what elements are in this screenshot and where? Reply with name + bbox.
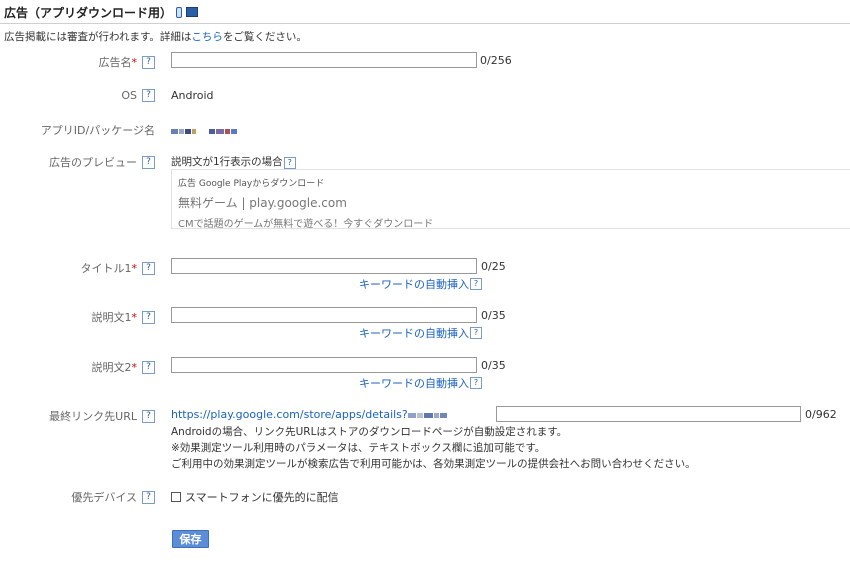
- label-device: 優先デバイス ?: [71, 489, 155, 505]
- smartphone-icon: [176, 6, 183, 18]
- title1-counter: 0/25: [481, 260, 506, 273]
- row-title1: タイトル1* ? 0/25 キーワードの自動挿入?: [0, 258, 850, 292]
- label-title1: タイトル1* ?: [81, 260, 155, 276]
- preview-line-2: 無料ゲーム | play.google.com: [178, 196, 347, 210]
- preview-line-3: CMで話題のゲームが無料で遊べる！今すぐダウンロード: [178, 219, 434, 230]
- label-ad-name: 広告名* ?: [99, 54, 155, 70]
- preview-caption: 説明文が1行表示の場合?: [171, 154, 296, 169]
- review-notice: 広告掲載には審査が行われます。詳細はこちらをご覧ください。: [4, 31, 307, 43]
- section-header: 広告（アプリダウンロード用）: [4, 4, 199, 20]
- help-icon[interactable]: ?: [470, 278, 482, 290]
- final-url-input[interactable]: [496, 406, 801, 422]
- app-id-redacted: [171, 124, 238, 137]
- label-preview: 広告のプレビュー ?: [49, 154, 155, 170]
- label-desc1: 説明文1* ?: [92, 309, 155, 325]
- final-url-notes: Androidの場合、リンク先URLはストアのダウンロードページが自動設定されま…: [171, 426, 696, 470]
- help-icon[interactable]: ?: [142, 360, 155, 374]
- final-url-prefix: https://play.google.com/store/apps/detai…: [171, 408, 448, 421]
- row-ad-name: 広告名* ? 0/256: [0, 52, 850, 70]
- header-divider: [0, 23, 850, 24]
- desc2-counter: 0/35: [481, 359, 506, 372]
- ad-preview-box: 広告 Google Playからダウンロード 無料ゲーム | play.goog…: [171, 169, 850, 230]
- row-desc1: 説明文1* ? 0/35 キーワードの自動挿入?: [0, 307, 850, 341]
- help-icon[interactable]: ?: [142, 55, 155, 69]
- title1-input[interactable]: [171, 258, 477, 274]
- save-button[interactable]: 保存: [172, 530, 209, 548]
- pc-icon: [186, 7, 199, 17]
- help-icon[interactable]: ?: [142, 490, 155, 504]
- help-icon[interactable]: ?: [470, 327, 482, 339]
- label-os: OS ?: [121, 89, 155, 102]
- label-final-url: 最終リンク先URL ?: [49, 408, 155, 424]
- title1-keyword-insert[interactable]: キーワードの自動挿入?: [359, 276, 482, 292]
- section-title: 広告（アプリダウンロード用）: [4, 5, 173, 20]
- row-preview: 広告のプレビュー ? 説明文が1行表示の場合?: [0, 153, 850, 169]
- smartphone-priority-checkbox[interactable]: スマートフォンに優先的に配信: [171, 489, 339, 505]
- row-app-id: アプリID/パッケージ名: [0, 121, 850, 137]
- desc2-input[interactable]: [171, 357, 477, 373]
- help-icon[interactable]: ?: [470, 377, 482, 389]
- preview-line-1: 広告 Google Playからダウンロード: [178, 179, 325, 189]
- help-icon[interactable]: ?: [283, 157, 296, 169]
- row-desc2: 説明文2* ? 0/35 キーワードの自動挿入?: [0, 357, 850, 391]
- label-desc2: 説明文2* ?: [92, 359, 155, 375]
- label-app-id: アプリID/パッケージ名: [40, 124, 155, 137]
- os-value: Android: [171, 89, 214, 102]
- details-link[interactable]: こちら: [191, 31, 223, 43]
- help-icon[interactable]: ?: [142, 89, 155, 102]
- row-final-url: 最終リンク先URL ? https://play.google.com/stor…: [0, 406, 850, 424]
- ad-name-counter: 0/256: [480, 54, 512, 67]
- desc1-input[interactable]: [171, 307, 477, 323]
- help-icon[interactable]: ?: [142, 261, 155, 275]
- desc2-keyword-insert[interactable]: キーワードの自動挿入?: [359, 375, 482, 391]
- final-url-counter: 0/962: [805, 408, 837, 421]
- desc1-counter: 0/35: [481, 309, 506, 322]
- row-device: 優先デバイス ? スマートフォンに優先的に配信: [0, 488, 850, 504]
- checkbox-box[interactable]: [171, 492, 181, 502]
- help-icon[interactable]: ?: [142, 155, 155, 169]
- help-icon[interactable]: ?: [142, 409, 155, 423]
- desc1-keyword-insert[interactable]: キーワードの自動挿入?: [359, 325, 482, 341]
- help-icon[interactable]: ?: [142, 310, 155, 324]
- row-os: OS ? Android: [0, 88, 850, 104]
- ad-name-input[interactable]: [171, 52, 477, 68]
